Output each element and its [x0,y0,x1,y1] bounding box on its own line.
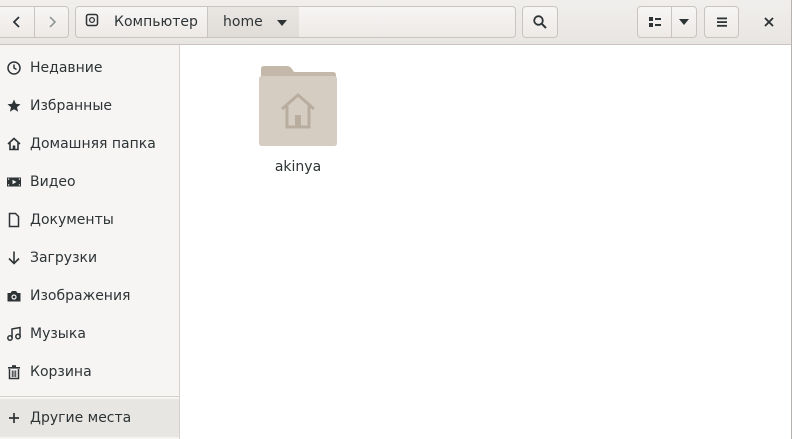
trash-icon [6,364,22,380]
sidebar-item-label: Изображения [30,288,131,304]
hamburger-menu-icon [716,17,727,27]
folder-item[interactable]: akinya [257,65,339,175]
sidebar-item-recent[interactable]: Недавние [0,49,179,87]
home-icon [6,136,22,152]
main-menu-button[interactable] [704,6,739,38]
chevron-right-icon [48,16,56,28]
clock-icon [6,60,22,76]
breadcrumb-computer[interactable]: Компьютер [75,6,208,38]
view-toggle-button[interactable] [637,6,672,38]
home-folder-icon [259,66,337,146]
star-icon [6,98,22,114]
back-button[interactable] [0,6,35,38]
search-icon [533,15,547,29]
list-view-icon [648,17,661,27]
sidebar-item-label: Загрузки [30,250,98,266]
drive-icon [84,12,100,32]
sidebar-item-label: Другие места [30,410,132,426]
sidebar-item-label: Недавние [30,60,103,76]
view-options-button[interactable] [671,6,697,38]
file-view[interactable]: akinya [181,45,791,439]
music-icon [6,326,22,342]
search-button[interactable] [522,6,558,38]
download-icon [6,250,22,266]
breadcrumb-label: Компьютер [114,14,198,30]
sidebar-item-videos[interactable]: Видео [0,163,179,201]
sidebar-item-label: Домашняя папка [30,136,156,152]
sidebar-item-label: Музыка [30,326,86,342]
chevron-down-icon[interactable] [276,18,288,28]
sidebar-item-other-locations[interactable]: Другие места [0,399,179,437]
close-button[interactable] [754,6,784,38]
sidebar: Недавние Избранные Домашняя папка Видео … [0,45,180,439]
sidebar-item-downloads[interactable]: Загрузки [0,239,179,277]
sidebar-item-pictures[interactable]: Изображения [0,277,179,315]
breadcrumb-home[interactable]: home [207,6,300,38]
document-icon [6,212,22,228]
breadcrumb-label: home [223,14,263,30]
sidebar-item-documents[interactable]: Документы [0,201,179,239]
forward-button[interactable] [34,6,69,38]
sidebar-item-home[interactable]: Домашняя папка [0,125,179,163]
folder-name: akinya [274,159,322,175]
sidebar-item-label: Документы [30,212,114,228]
background-window-edge [791,0,797,439]
sidebar-item-label: Избранные [30,98,112,114]
header-bar: Компьютер home [0,0,791,45]
sidebar-item-music[interactable]: Музыка [0,315,179,353]
close-icon [764,17,774,27]
sidebar-divider [0,396,179,397]
sidebar-item-label: Видео [30,174,76,190]
sidebar-item-label: Корзина [30,364,92,380]
plus-icon [6,410,22,426]
camera-icon [6,288,22,304]
chevron-left-icon [12,16,20,28]
sidebar-item-starred[interactable]: Избранные [0,87,179,125]
sidebar-item-trash[interactable]: Корзина [0,353,179,391]
video-icon [6,174,22,190]
chevron-down-icon [679,19,689,25]
path-bar-empty-area[interactable] [299,6,516,38]
